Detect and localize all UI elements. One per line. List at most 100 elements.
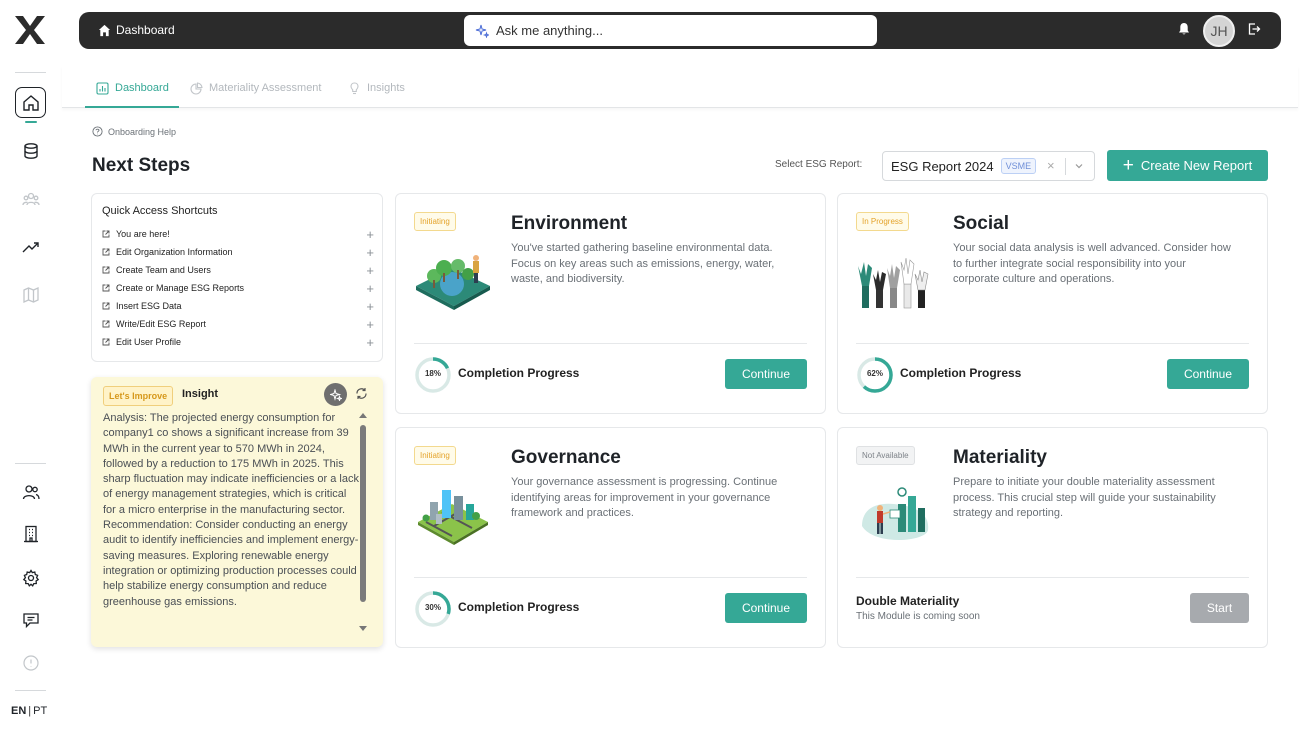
tab-dashboard[interactable]: Dashboard (85, 74, 179, 108)
team-icon[interactable] (15, 183, 46, 214)
quick-access-item[interactable]: Write/Edit ESG Report + (102, 316, 374, 332)
quick-access-label: Edit User Profile (116, 337, 182, 347)
progress-percent: 18% (424, 369, 441, 378)
app-logo-icon[interactable] (12, 12, 48, 48)
card-title: Governance (511, 447, 621, 468)
continue-button[interactable]: Continue (725, 593, 807, 623)
environment-card: Initiating Environment You've started ga… (395, 193, 826, 414)
trending-up-icon[interactable] (15, 231, 46, 262)
breadcrumb-label: Dashboard (116, 23, 175, 37)
status-badge: Initiating (414, 212, 456, 231)
social-illustration (858, 257, 929, 309)
scroll-up-arrow[interactable] (359, 413, 367, 418)
quick-access-label: You are here! (116, 229, 170, 239)
card-description: Your social data analysis is well advanc… (953, 242, 1231, 285)
report-type-badge: VSME (1000, 158, 1037, 174)
status-badge: Initiating (414, 446, 456, 465)
plus-icon[interactable]: + (366, 317, 374, 332)
users-icon[interactable] (15, 476, 46, 507)
plus-icon[interactable]: + (366, 245, 374, 260)
quick-access-label: Insert ESG Data (116, 301, 182, 311)
environment-illustration (416, 255, 490, 310)
language-pt[interactable]: PT (33, 705, 47, 717)
external-link-icon (102, 266, 110, 274)
insight-title: Insight (182, 388, 219, 400)
quick-access-item[interactable]: Create or Manage ESG Reports + (102, 280, 374, 296)
quick-access-item[interactable]: Edit User Profile + (102, 334, 374, 350)
chevron-down-icon[interactable] (1073, 160, 1085, 175)
tab-materiality-assessment[interactable]: Materiality Assessment (190, 74, 321, 102)
language-en[interactable]: EN (11, 705, 26, 717)
progress-label: Completion Progress (458, 366, 580, 380)
chart-icon (96, 81, 109, 95)
status-badge: Not Available (856, 446, 915, 465)
card-title: Materiality (953, 447, 1047, 468)
insight-text: Analysis: The projected energy consumpti… (103, 412, 359, 608)
start-button[interactable]: Start (1190, 593, 1249, 623)
external-link-icon (102, 248, 110, 256)
report-select-value: ESG Report 2024 (891, 158, 994, 174)
sparkle-icon (329, 388, 342, 401)
plus-icon[interactable]: + (366, 335, 374, 350)
card-title: Environment (511, 213, 628, 234)
tab-label: Dashboard (115, 82, 169, 94)
plus-icon[interactable]: + (366, 299, 374, 314)
onboarding-help-link[interactable]: Onboarding Help (92, 126, 176, 137)
quick-access-panel: Quick Access Shortcuts You are here! + Ed… (91, 193, 383, 362)
progress-label: Completion Progress (458, 600, 580, 614)
card-title: Social (953, 213, 1009, 234)
continue-button[interactable]: Continue (725, 359, 807, 389)
onboarding-help-label: Onboarding Help (108, 126, 177, 137)
esg-report-select[interactable]: ESG Report 2024 VSME × (882, 151, 1095, 181)
rail-divider (15, 690, 46, 691)
home-icon[interactable] (15, 87, 46, 123)
quick-access-item[interactable]: Create Team and Users + (102, 262, 374, 278)
feedback-icon[interactable] (15, 604, 46, 635)
map-icon[interactable] (15, 279, 46, 310)
bell-icon[interactable] (1177, 22, 1191, 41)
quick-access-item[interactable]: Insert ESG Data + (102, 298, 374, 314)
quick-access-item[interactable]: Edit Organization Information + (102, 244, 374, 260)
quick-access-item[interactable]: You are here! + (102, 226, 374, 242)
create-new-report-label: Create New Report (1140, 158, 1253, 173)
card-description: You've started gathering baseline enviro… (511, 242, 775, 285)
ai-generate-button[interactable] (324, 383, 347, 406)
select-divider (1065, 158, 1066, 175)
lightbulb-icon (350, 81, 359, 94)
ask-ai-input[interactable]: Ask me anything... (464, 15, 877, 46)
card-divider (856, 343, 1249, 344)
side-rail: EN | PT (0, 0, 62, 733)
plus-icon[interactable]: + (366, 263, 374, 278)
logout-icon[interactable] (1247, 22, 1261, 41)
refresh-icon[interactable] (355, 387, 368, 405)
tab-label: Materiality Assessment (209, 82, 322, 94)
report-select-label: Select ESG Report: (775, 159, 863, 170)
plus-icon[interactable]: + (366, 281, 374, 296)
avatar[interactable]: JH (1203, 15, 1235, 47)
clear-icon[interactable]: × (1047, 158, 1055, 173)
quick-access-label: Create Team and Users (116, 265, 211, 275)
module-title: Double Materiality (856, 594, 960, 608)
lets-improve-badge: Let's Improve (103, 386, 174, 406)
quick-access-label: Create or Manage ESG Reports (116, 283, 245, 293)
breadcrumb[interactable]: Dashboard (98, 23, 175, 37)
info-icon[interactable] (15, 647, 46, 678)
progress-percent: 62% (866, 369, 883, 378)
scrollbar-thumb[interactable] (360, 425, 366, 602)
progress-percent: 30% (424, 603, 441, 612)
settings-gear-icon[interactable] (15, 562, 46, 593)
building-icon[interactable] (15, 518, 46, 549)
quick-access-title: Quick Access Shortcuts (102, 205, 218, 217)
card-divider (414, 577, 807, 578)
external-link-icon (102, 338, 110, 346)
create-new-report-button[interactable]: + Create New Report (1107, 150, 1268, 181)
external-link-icon (102, 302, 110, 310)
continue-button[interactable]: Continue (1167, 359, 1249, 389)
home-icon (98, 24, 111, 36)
plus-icon[interactable]: + (366, 227, 374, 242)
progress-label: Completion Progress (900, 366, 1022, 380)
tab-label: Insights (367, 82, 405, 94)
database-icon[interactable] (15, 135, 46, 166)
scroll-down-arrow[interactable] (359, 626, 367, 631)
tab-insights[interactable]: Insights (348, 74, 405, 102)
